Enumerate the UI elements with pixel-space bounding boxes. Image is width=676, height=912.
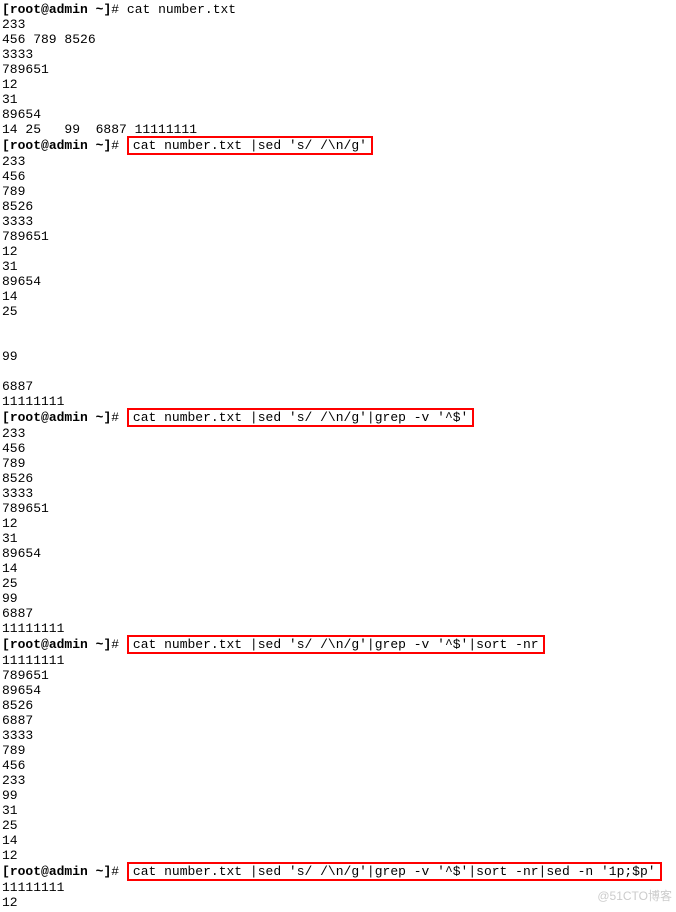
output-line: 14 25 99 6887 11111111 [2,122,676,137]
output-line: 11111111 [2,653,676,668]
output-line [2,364,676,379]
prompt-line: [root@admin ~]# cat number.txt |sed 's/ … [2,137,676,154]
output-line: 12 [2,244,676,259]
output-line: 25 [2,304,676,319]
output-line: 6887 [2,713,676,728]
output-line: 456 [2,441,676,456]
output-line [2,334,676,349]
output-line: 8526 [2,471,676,486]
output-line: 233 [2,426,676,441]
output-line: 456 [2,758,676,773]
output-line: 789 [2,184,676,199]
output-line: 456 789 8526 [2,32,676,47]
output-line: 89654 [2,274,676,289]
watermark: @51CTO博客 [597,889,672,904]
output-line: 789 [2,743,676,758]
output-line: 11111111 [2,880,676,895]
prompt-line: [root@admin ~]# cat number.txt |sed 's/ … [2,863,676,880]
output-line: 233 [2,17,676,32]
output-line: 789651 [2,62,676,77]
command-5-highlighted: cat number.txt |sed 's/ /\n/g'|grep -v '… [127,862,662,881]
output-line: 99 [2,788,676,803]
output-line: 3333 [2,486,676,501]
prompt-user: root@admin [10,2,88,17]
output-line: 25 [2,818,676,833]
prompt-line: [root@admin ~]# cat number.txt [2,2,676,17]
terminal: [root@admin ~]# cat number.txt 233 456 7… [2,2,676,910]
command-1: cat number.txt [127,2,236,17]
output-line: 99 [2,591,676,606]
output-line: 89654 [2,683,676,698]
output-line: 789651 [2,668,676,683]
output-line: 12 [2,848,676,863]
output-line: 789651 [2,501,676,516]
output-line: 3333 [2,214,676,229]
command-2-highlighted: cat number.txt |sed 's/ /\n/g' [127,136,373,155]
output-line: 31 [2,803,676,818]
output-line: 12 [2,516,676,531]
output-line: 89654 [2,546,676,561]
output-line [2,319,676,334]
output-line: 233 [2,154,676,169]
output-line: 89654 [2,107,676,122]
command-4-highlighted: cat number.txt |sed 's/ /\n/g'|grep -v '… [127,635,545,654]
output-line: 3333 [2,47,676,62]
output-line: 6887 [2,379,676,394]
output-line: 99 [2,349,676,364]
output-line: 11111111 [2,621,676,636]
output-line: 3333 [2,728,676,743]
prompt-line: [root@admin ~]# cat number.txt |sed 's/ … [2,409,676,426]
output-line: 25 [2,576,676,591]
output-line: 8526 [2,698,676,713]
output-line: 456 [2,169,676,184]
prompt-line: [root@admin ~]# cat number.txt |sed 's/ … [2,636,676,653]
output-line: 14 [2,289,676,304]
output-line: 789 [2,456,676,471]
output-line: 14 [2,833,676,848]
output-line: 14 [2,561,676,576]
output-line: 789651 [2,229,676,244]
command-3-highlighted: cat number.txt |sed 's/ /\n/g'|grep -v '… [127,408,474,427]
output-line: 11111111 [2,394,676,409]
output-line: 8526 [2,199,676,214]
output-line: 6887 [2,606,676,621]
output-line: 12 [2,77,676,92]
output-line: 31 [2,531,676,546]
output-line: 31 [2,92,676,107]
output-line: 12 [2,895,676,910]
output-line: 233 [2,773,676,788]
output-line: 31 [2,259,676,274]
